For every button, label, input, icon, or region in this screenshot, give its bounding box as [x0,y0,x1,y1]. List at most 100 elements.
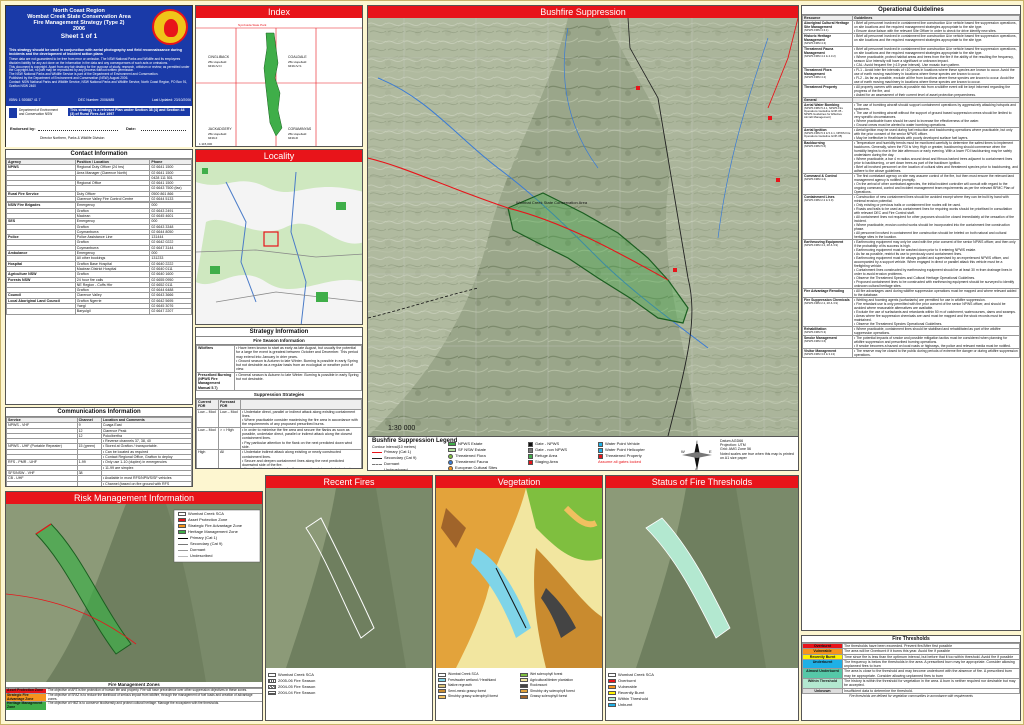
list-item: • Roads and trails to be used as contain… [854,206,1012,215]
legend-symbol [598,453,603,459]
table-cell: • All property owners with assets at pos… [852,83,1020,98]
legend-item: 2004-04 Fire Season [268,690,315,696]
table-cell: • Brief all personnel involved in contai… [852,33,1020,47]
table-cell [76,485,102,486]
fire-season-title: Fire Season Information [196,337,362,345]
table-row: Aerial Water Bombing (NPWS FMM 5.4.1, NPW… [802,101,1020,128]
table-cell: • Construction of new containment lines … [852,193,1020,240]
legend-symbol [528,453,533,459]
legend-swatch [608,697,616,701]
sup-header-cell [240,398,362,410]
list-item: • The use of bombing aircraft should sup… [854,102,1016,111]
table-row: Earthmoving Equipment (NPWS FMM 4.2, 28 &… [802,238,1020,289]
list-item: • Earthmoving equipment must be always g… [854,255,1009,268]
legend-line-swatch [372,457,382,459]
threshold-text: Insufficient data to determine the thres… [842,687,1020,694]
list-item: • FL1 - Avoid inter fire intervals of <1… [854,67,1015,76]
table-row: Backburning (NPWS FMM 5.6) • Temperature a… [802,139,1020,174]
table-cell: • General season is Autumn to late Winte… [234,371,362,391]
list-item: • CAL: Avoid frequent fire (<10 year int… [854,62,961,67]
table-cell: Threatened Fauna Management (NPWS FMM 4.2… [802,45,853,68]
legend-label: European Cultural Sites [455,465,498,470]
guide-resource: Fire Advantage Reroding [804,288,845,293]
legend-swatch [448,453,453,459]
locality-map-panel: Locality [195,149,363,325]
table-row: Fire Suppression Chemicals (NPWS FMM 2.2,… [802,296,1020,327]
list-item: • All containment lines not required for… [854,214,1015,223]
fire-zone-row: Heritage Management Zone The objective of… [6,701,262,710]
index-title: Index [196,6,362,18]
index-tile-1: CINGLIBACK [208,55,230,59]
table-row: Low – Mod > = High • In order to minimise … [196,426,362,451]
compass-n: N [695,440,698,445]
list-item: • Brief all personnel involved in contai… [854,34,1017,43]
legend-swatch [438,683,446,688]
legend-item: Assume all gates locked [598,459,645,465]
legend-swatch [268,679,276,683]
table-cell: • FL1 - Avoid inter fire intervals of <1… [852,66,1020,85]
year-label: 2006 [72,26,86,32]
comms-info-title: Communications Information [6,408,192,417]
list-item: • Fire retardant use is only permitted w… [854,301,1006,310]
operational-guidelines-title: Operational Guidelines [802,6,1020,15]
threshold-name: Unknown [802,687,843,694]
recent-fires-panel: Recent Fires Wombat Creek SCA 2005-06 Fir… [265,475,433,721]
legend-swatch [178,555,188,557]
list-item: • The potential impacts of smoke and pos… [854,335,1008,344]
list-item: • Brief all personnel involved in contai… [854,21,1017,30]
guide-ref: (NPWS FMM 5.3 & 5.4.1, NPWS Fire Operati… [804,130,851,138]
fire-zone-text: The objective of SFAZ is to reduce the l… [48,692,253,701]
guide-resource: Threatened Property [804,84,838,89]
table-row: Containment Lines (NPWS FMM 2.2 & 3.9) • C… [802,193,1020,240]
legend-swatch [178,524,186,528]
list-item: • Undertake direct, parallel or indirect… [242,409,356,418]
fire-thresholds-table: Overburnt The thresholds have been exceed… [802,642,1020,694]
legend-swatch [268,691,276,695]
legend-label: Undeveloped [384,467,408,471]
legend-item: European Cultural Sites [448,465,498,470]
list-item: • FL2 - As far as possible, exclude all … [854,75,1015,84]
threshold-text: The frequency is below the thresholds in… [842,658,1020,670]
legend-swatch [448,465,453,470]
svg-text:9439-II: 9439-II [208,136,218,140]
risk-management-title: Risk Management Information [6,492,262,504]
table-cell: Smoke Management (NPWS FMM 3.6) [802,334,853,349]
table-row: Almost Underburnt The area is close to th… [802,668,1020,680]
table-row: Aerial Ignition (NPWS FMM 5.3 & 5.4.1, NP… [802,126,1020,141]
table-row: Fire Advantage Reroding • All fire advant… [802,287,1020,298]
legend-label: 2004-04 Fire Season [278,690,316,695]
contact-table: Agency Position / Location Phone NPWS Regio… [6,158,192,315]
table-cell: Threatened Flora Management (NPWS FMM 4.2… [802,66,853,85]
legend-swatch [520,689,528,694]
table-cell: Visitor Management (NPWS FMM 3.6 & 3.13) [802,347,853,358]
legend-swatch [268,673,276,677]
fire-thresholds-map [606,488,798,668]
legend-swatch [178,530,186,534]
legend-line-swatch [372,463,382,465]
fire-thresholds-map-panel: Status of Fire Thresholds Wombat Creek S… [605,475,799,721]
table-cell: Choose channel on fire ground with RFS [100,485,192,486]
table-cell: Wildfires [196,345,235,373]
table-cell: Aircraft - VHF [6,485,78,486]
index-tile-3: JACKADGERY [208,127,232,131]
recent-fires-map [266,488,432,668]
legend-swatch [438,672,446,677]
list-item: • Where practicable consider maximising … [242,418,358,427]
vegetation-title: Vegetation [436,476,602,488]
table-cell: Aboriginal Cultural Heritage Site Manage… [802,20,853,35]
legend-swatch [608,691,616,695]
warning-text: This strategy should be used in conjunct… [9,48,182,57]
table-cell: High [196,449,219,468]
table-cell: • Brief all personnel involved in contai… [852,45,1020,68]
legend-label: Grassy sclerophyll forest [530,694,568,698]
endorsed-label: Endorsed by: [10,126,36,131]
table-row: Rehabilitation (NPWS FMM 5.3) • Where prac… [802,325,1020,336]
table-cell: Baryulgil [74,308,151,315]
table-cell: Fire Advantage Reroding [802,287,853,298]
fire-zone-text: The objective of HMZ is to conserve biod… [48,701,220,706]
recent-fires-title: Recent Fires [266,476,432,488]
list-item: • May be ineffective in Heathlands with … [854,135,969,140]
rfs-logo [152,9,188,45]
legend-line-swatch [372,451,382,453]
list-item: • If applicable consider broader than no… [242,467,360,468]
